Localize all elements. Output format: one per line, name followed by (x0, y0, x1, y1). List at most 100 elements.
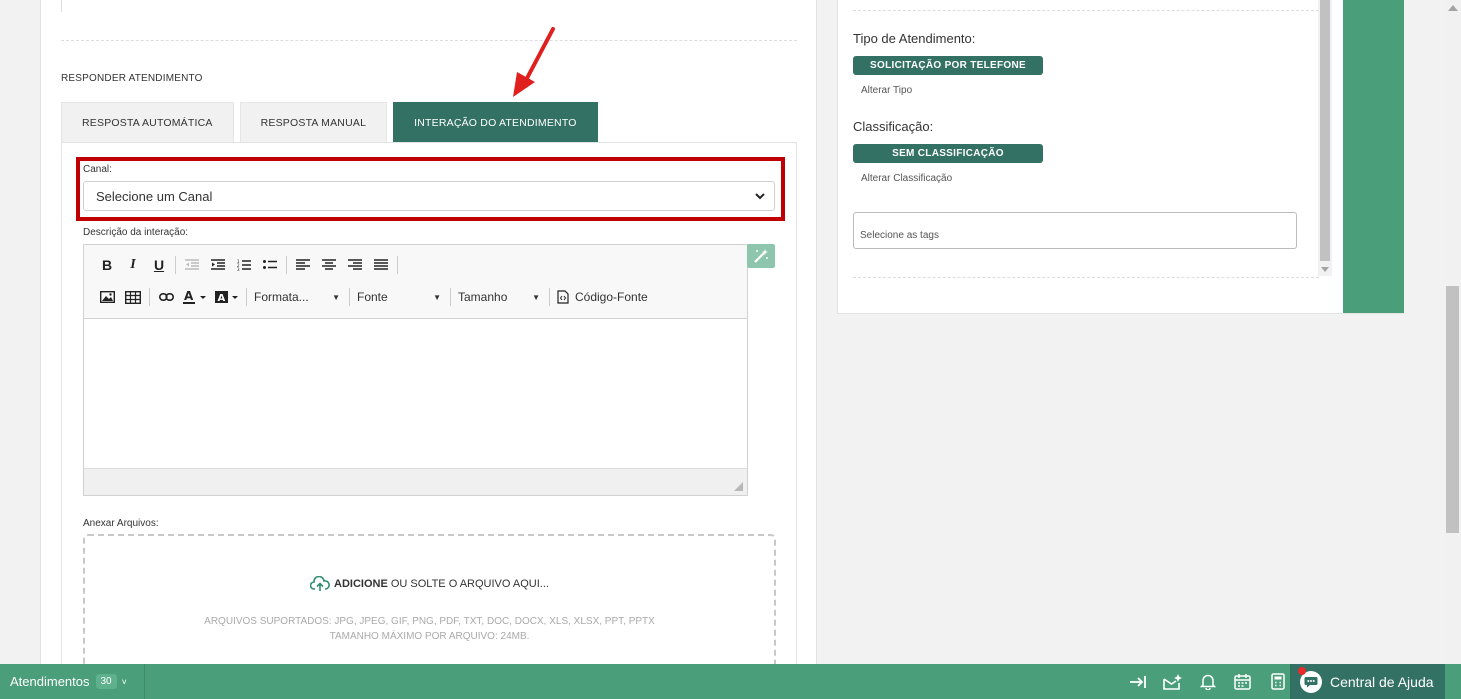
underline-button[interactable]: U (146, 253, 172, 277)
canal-label: Canal: (83, 164, 112, 175)
size-label: Tamanho (458, 290, 508, 304)
size-dropdown[interactable]: Tamanho ▼ (454, 285, 546, 309)
editor-content-area[interactable] (84, 319, 747, 469)
annotation-arrow-icon (513, 27, 555, 97)
svg-text:3: 3 (237, 267, 240, 271)
details-divider (853, 277, 1319, 278)
toolbar-separator (149, 288, 150, 306)
dropzone-add-text[interactable]: ADICIONE (334, 578, 388, 590)
align-center-icon (322, 259, 336, 270)
numbered-list-button[interactable]: 123 (231, 253, 257, 277)
dropzone-prompt: ADICIONE OU SOLTE O ARQUIVO AQUI... (85, 576, 774, 592)
tab-resposta-automatica[interactable]: RESPOSTA AUTOMÁTICA (61, 102, 234, 142)
insert-image-button[interactable] (94, 285, 120, 309)
chevron-down-icon (755, 193, 765, 200)
tab-resposta-manual[interactable]: RESPOSTA MANUAL (239, 102, 388, 142)
editor-statusbar (84, 468, 747, 495)
atendimentos-menu[interactable]: Atendimentos 30 ˅ (10, 664, 127, 699)
section-divider (61, 40, 797, 41)
page-scrollbar-thumb[interactable] (1446, 286, 1459, 533)
text-color-icon: A (183, 290, 206, 304)
svg-text:A: A (184, 290, 194, 303)
align-justify-button[interactable] (368, 253, 394, 277)
font-dropdown[interactable]: Fonte ▼ (353, 285, 447, 309)
indent-icon (211, 259, 225, 270)
bottom-bar-tools (1120, 664, 1295, 699)
tipo-atendimento-badge: SOLICITAÇÃO POR TELEFONE (853, 56, 1043, 75)
classificacao-badge: SEM CLASSIFICAÇÃO (853, 144, 1043, 163)
mail-star-icon (1162, 673, 1182, 690)
description-label: Descrição da interação: (83, 227, 189, 238)
canal-selected-value: Selecione um Canal (96, 188, 213, 204)
scroll-down-arrow-icon[interactable] (1321, 267, 1329, 272)
alterar-classificacao-link[interactable]: Alterar Classificação (861, 173, 952, 184)
calendar-button[interactable] (1225, 664, 1260, 699)
italic-button[interactable]: I (120, 253, 146, 277)
help-center-label: Central de Ajuda (1330, 673, 1434, 690)
atendimentos-label: Atendimentos (10, 674, 90, 689)
source-code-button[interactable]: Código-Fonte (553, 285, 652, 309)
scroll-up-arrow-icon[interactable] (1448, 5, 1458, 11)
format-dropdown[interactable]: Formata... ▼ (250, 285, 346, 309)
toolbar-separator (286, 256, 287, 274)
notifications-button[interactable] (1190, 664, 1225, 699)
image-icon (99, 291, 115, 303)
font-label: Fonte (357, 290, 388, 304)
collapse-button[interactable] (1120, 664, 1155, 699)
tipo-atendimento-label: Tipo de Atendimento: (853, 31, 976, 46)
caret-down-icon: ▼ (433, 292, 441, 302)
align-right-button[interactable] (342, 253, 368, 277)
bullet-list-icon (263, 260, 277, 269)
toolbar-separator (450, 288, 451, 306)
supported-formats-text: ARQUIVOS SUPORTADOS: JPG, JPEG, GIF, PNG… (204, 616, 655, 627)
canal-highlight-box: Canal: Selecione um Canal (76, 157, 785, 221)
help-center-button[interactable]: Central de Ajuda (1290, 664, 1445, 699)
resize-handle-icon[interactable] (734, 482, 743, 491)
new-mail-button[interactable] (1155, 664, 1190, 699)
file-dropzone[interactable]: ADICIONE OU SOLTE O ARQUIVO AQUI... ARQU… (83, 534, 776, 684)
dropzone-info: ARQUIVOS SUPORTADOS: JPG, JPEG, GIF, PNG… (85, 614, 774, 644)
alterar-tipo-link[interactable]: Alterar Tipo (861, 85, 912, 96)
align-center-button[interactable] (316, 253, 342, 277)
scrollbar-thumb[interactable] (1320, 0, 1330, 261)
background-color-icon: A (215, 291, 238, 304)
toolbar-separator (397, 256, 398, 274)
insert-table-button[interactable] (120, 285, 146, 309)
insert-link-button[interactable] (153, 285, 179, 309)
notification-dot (1298, 667, 1306, 675)
classificacao-label: Classificação: (853, 119, 934, 134)
align-right-icon (348, 259, 362, 270)
indent-button[interactable] (205, 253, 231, 277)
page-scrollbar[interactable] (1444, 0, 1461, 664)
caret-down-icon: ▼ (332, 292, 340, 302)
toolbar-separator (246, 288, 247, 306)
details-scrollbar[interactable] (1318, 0, 1332, 276)
arrow-to-right-icon (1129, 675, 1146, 688)
bell-icon (1199, 674, 1216, 690)
svg-text:A: A (218, 293, 226, 304)
magic-wand-icon (754, 249, 768, 263)
bottom-bar: Atendimentos 30 ˅ Central de Ajuda (0, 664, 1461, 699)
align-left-icon (296, 259, 310, 270)
details-divider (853, 10, 1319, 11)
bottom-bar-divider (144, 664, 145, 699)
ai-assist-button[interactable] (747, 244, 775, 268)
text-color-button[interactable]: A (179, 285, 211, 309)
align-left-button[interactable] (290, 253, 316, 277)
italic-icon: I (130, 257, 136, 272)
tags-input[interactable]: Selecione as tags (853, 212, 1297, 249)
page: RESPONDER ATENDIMENTO RESPOSTA AUTOMÁTIC… (0, 0, 1461, 699)
numbered-list-icon: 123 (237, 259, 251, 271)
background-color-button[interactable]: A (211, 285, 243, 309)
bold-button[interactable]: B (94, 253, 120, 277)
bullet-list-button[interactable] (257, 253, 283, 277)
link-icon (158, 293, 174, 301)
tab-interacao-atendimento[interactable]: INTERAÇÃO DO ATENDIMENTO (393, 102, 598, 142)
caret-down-icon: ▼ (532, 292, 540, 302)
canal-select[interactable]: Selecione um Canal (83, 181, 775, 211)
outdent-icon (185, 259, 199, 270)
max-size-text: TAMANHO MÁXIMO POR ARQUIVO: 24MB. (329, 631, 530, 642)
tab-content: Canal: Selecione um Canal Descrição da i… (61, 142, 797, 684)
outdent-button[interactable] (179, 253, 205, 277)
reply-tabs: RESPOSTA AUTOMÁTICA RESPOSTA MANUAL INTE… (61, 102, 598, 142)
